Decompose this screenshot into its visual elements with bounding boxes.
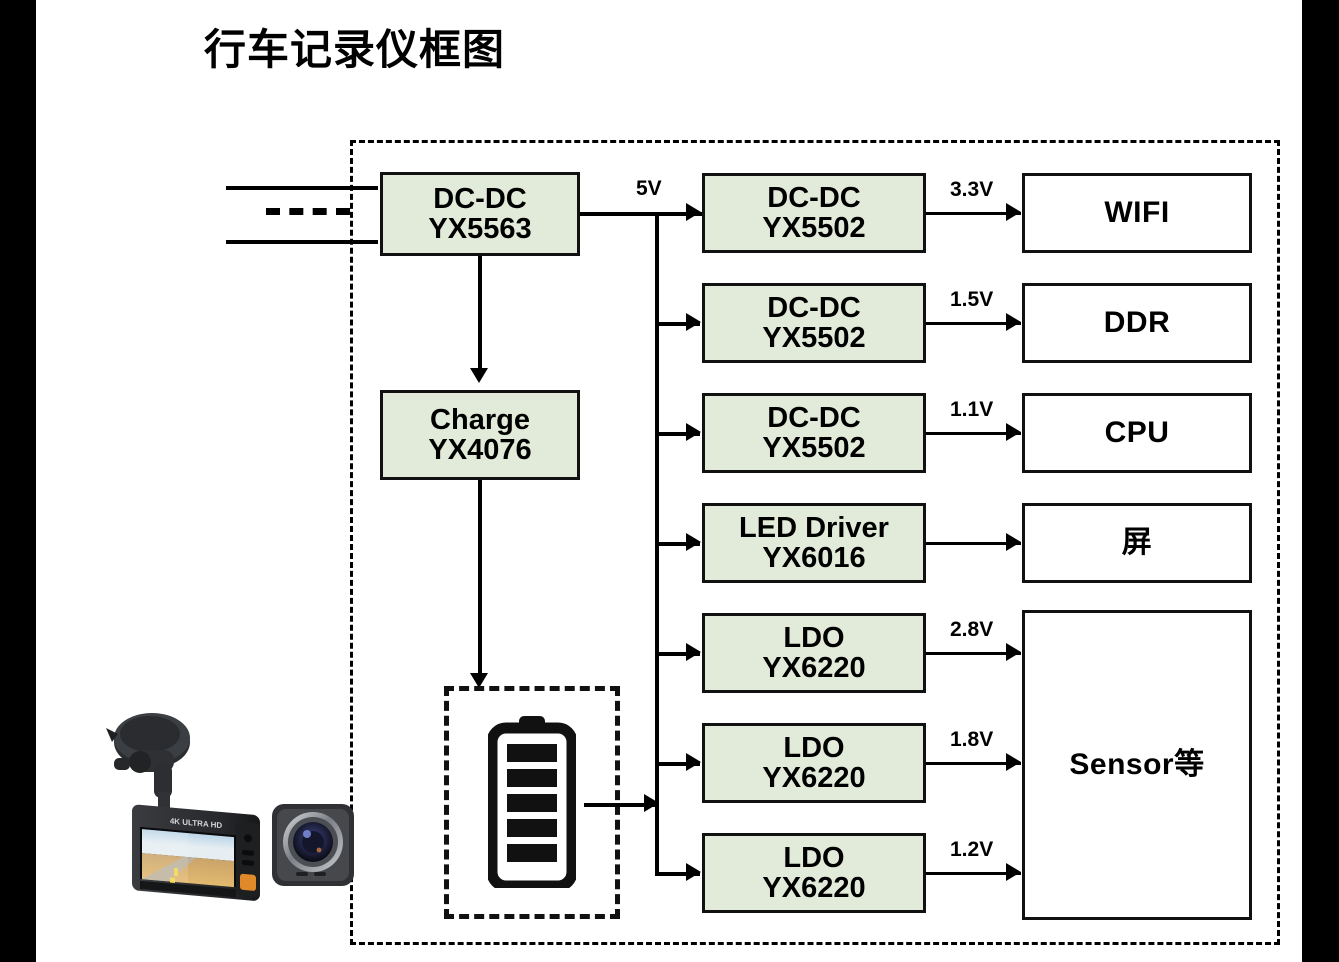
arrowhead-branch-7 [686, 863, 701, 881]
arrowhead-rail-7 [1006, 863, 1021, 881]
block-line2: YX5563 [428, 213, 532, 245]
label-rail-voltage-6: 1.8V [950, 728, 994, 751]
block-line1: DC-DC [767, 401, 861, 434]
block-regulator-2[interactable]: DC-DC YX5502 [702, 283, 926, 363]
arrowhead-rail-2 [1006, 313, 1021, 331]
block-load-ddr[interactable]: DDR [1022, 283, 1252, 363]
right-black-band [1302, 0, 1339, 962]
block-load-sensor[interactable]: Sensor等 [1022, 610, 1252, 920]
block-line1: DDR [1103, 306, 1171, 340]
arrowhead-rail-3 [1006, 423, 1021, 441]
block-line2: YX4076 [428, 434, 532, 466]
block-regulator-6[interactable]: LDO YX6220 [702, 723, 926, 803]
wire-charge-to-battery [478, 480, 482, 673]
arrowhead-branch-2 [686, 313, 701, 331]
bus-bottom-extension [655, 803, 659, 874]
block-line2: YX5502 [762, 212, 866, 244]
block-load-wifi[interactable]: WIFI [1022, 173, 1252, 253]
label-rail-voltage-2: 1.5V [950, 288, 994, 311]
block-regulator-5[interactable]: LDO YX6220 [702, 613, 926, 693]
block-line1: DC-DC [767, 291, 861, 324]
block-line2: YX6220 [762, 762, 866, 794]
block-regulator-7[interactable]: LDO YX6220 [702, 833, 926, 913]
dashcam-photo: 4K ULTRA HD [106, 713, 354, 901]
arrowhead-rail-1 [1006, 203, 1021, 221]
block-line1: LDO [783, 621, 845, 654]
block-line1: LED Driver [739, 511, 889, 544]
arrowhead-rail-5 [1006, 643, 1021, 661]
block-line2: YX6220 [762, 872, 866, 904]
block-line1: 屏 [1121, 526, 1153, 560]
left-black-band [0, 0, 36, 962]
label-rail-voltage-1: 3.3V [950, 178, 994, 201]
label-rail-voltage-3: 1.1V [950, 398, 994, 421]
input-dashed-symbol [266, 208, 350, 215]
block-line1: Charge [430, 403, 530, 436]
block-line2: YX6220 [762, 652, 866, 684]
block-regulator-4[interactable]: LED Driver YX6016 [702, 503, 926, 583]
block-line1: LDO [783, 731, 845, 764]
arrowhead-rail-6 [1006, 753, 1021, 771]
block-line1: DC-DC [433, 182, 527, 215]
arrowhead-branch-3 [686, 423, 701, 441]
page-title: 行车记录仪框图 [204, 26, 506, 73]
block-regulator-3[interactable]: DC-DC YX5502 [702, 393, 926, 473]
block-charge-yx4076[interactable]: Charge YX4076 [380, 390, 580, 480]
block-line1: WIFI [1104, 196, 1170, 230]
input-wire-bottom [226, 240, 378, 244]
block-line1: CPU [1104, 416, 1170, 450]
arrowhead-rail-4 [1006, 533, 1021, 551]
label-5v: 5V [636, 177, 662, 200]
battery-full-icon [488, 716, 576, 888]
block-line2: YX5502 [762, 432, 866, 464]
wire-primary-to-charge [478, 256, 482, 368]
block-line1: Sensor等 [1069, 748, 1205, 782]
block-line1: DC-DC [767, 181, 861, 214]
block-line1: LDO [783, 841, 845, 874]
block-line2: YX5502 [762, 322, 866, 354]
block-dcdc-yx5563[interactable]: DC-DC YX5563 [380, 172, 580, 256]
block-load-screen[interactable]: 屏 [1022, 503, 1252, 583]
label-rail-voltage-5: 2.8V [950, 618, 994, 641]
diagram-canvas: 行车记录仪框图 DC-DC YX5563 5V Charge YX4076 DC… [36, 0, 1302, 962]
block-regulator-1[interactable]: DC-DC YX5502 [702, 173, 926, 253]
input-wire-top [226, 186, 378, 190]
block-line2: YX6016 [762, 542, 866, 574]
label-rail-voltage-7: 1.2V [950, 838, 994, 861]
arrowhead-branch-4 [686, 533, 701, 551]
arrowhead-branch-6 [686, 753, 701, 771]
arrowhead-to-charge [470, 368, 488, 383]
block-load-cpu[interactable]: CPU [1022, 393, 1252, 473]
arrowhead-branch-1 [686, 203, 701, 221]
power-bus-vertical [655, 212, 659, 817]
arrowhead-branch-5 [686, 643, 701, 661]
